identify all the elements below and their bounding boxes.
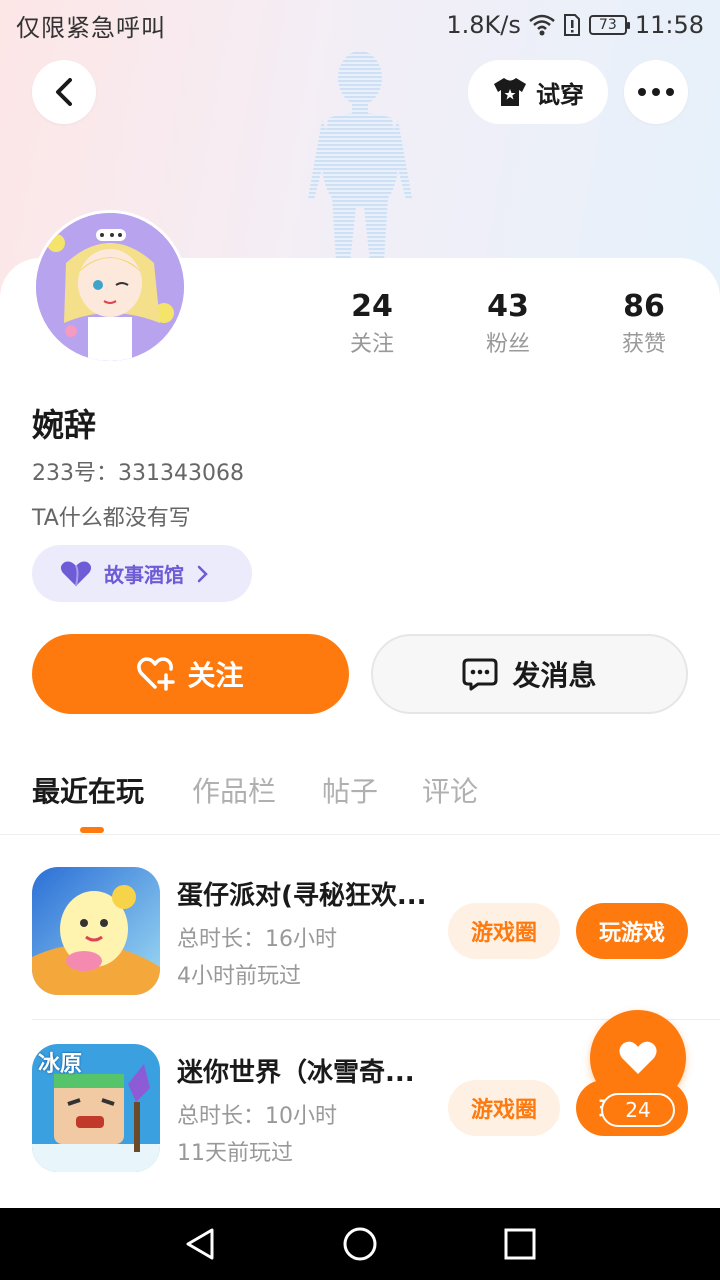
avatar-figure-illustration — [308, 51, 412, 262]
carrier-text: 仅限紧急呼叫 — [16, 13, 166, 42]
tshirt-icon — [494, 78, 526, 106]
stat-following-label: 关注 — [349, 332, 394, 357]
game-icon-label: 冰原 — [38, 1052, 83, 1077]
try-on-label: 试穿 — [536, 80, 584, 109]
stat-followers[interactable]: 43 粉丝 — [448, 290, 568, 358]
stat-likes-label: 获赞 — [621, 332, 666, 357]
game-circle-button[interactable]: 游戏圈 — [448, 1080, 560, 1136]
tab-works[interactable]: 作品栏 — [192, 770, 276, 810]
user-bio: TA什么都没有写 — [32, 506, 191, 531]
chevron-right-icon — [197, 565, 208, 582]
floating-like-button[interactable] — [590, 1010, 686, 1106]
game-icon-eggy-party — [32, 867, 160, 995]
heart-icon — [619, 1041, 657, 1074]
active-tab-indicator — [80, 827, 104, 833]
nav-home-icon[interactable] — [342, 1226, 378, 1262]
back-button[interactable] — [32, 60, 96, 124]
game-circle-button[interactable]: 游戏圈 — [448, 903, 560, 959]
game-title: 蛋仔派对(寻秘狂欢... — [177, 881, 427, 911]
more-options-button[interactable] — [624, 60, 688, 124]
game-title: 迷你世界（冰雪奇... — [177, 1058, 415, 1088]
nav-back-icon[interactable] — [182, 1226, 218, 1262]
heart-plus-icon — [137, 657, 176, 691]
clock: 11:58 — [634, 11, 704, 39]
user-id[interactable]: 233号：331343068 — [32, 455, 244, 487]
tab-comments[interactable]: 评论 — [422, 770, 478, 810]
heart-icon — [60, 561, 92, 586]
tab-recently-played[interactable]: 最近在玩 — [32, 770, 144, 810]
profile-stats: 24 关注 43 粉丝 86 获赞 — [0, 290, 720, 370]
message-label: 发消息 — [512, 659, 597, 692]
stat-likes[interactable]: 86 获赞 — [584, 290, 704, 358]
game-last-played: 11天前玩过 — [177, 1141, 293, 1166]
game-duration: 总时长：16小时 — [177, 927, 337, 952]
status-indicators: 1.8K/s 73 11:58 — [446, 11, 704, 39]
wifi-icon — [529, 14, 555, 36]
follow-label: 关注 — [187, 659, 244, 692]
profile-tabs: 最近在玩 作品栏 帖子 评论 — [0, 760, 720, 835]
stat-followers-label: 粉丝 — [485, 332, 530, 357]
system-navigation-bar — [0, 1208, 720, 1280]
chevron-left-icon — [56, 78, 72, 106]
try-on-button[interactable]: 试穿 — [468, 60, 608, 124]
username: 婉辞 — [32, 406, 97, 444]
status-bar: 仅限紧急呼叫 1.8K/s 73 11:58 — [0, 0, 720, 50]
follow-button[interactable]: 关注 — [32, 634, 349, 714]
net-speed: 1.8K/s — [446, 11, 521, 39]
game-last-played: 4小时前玩过 — [177, 964, 301, 989]
stat-following-count: 24 — [351, 289, 393, 324]
chat-bubble-icon — [462, 658, 498, 691]
battery-icon: 73 — [588, 15, 630, 35]
story-tavern-chip[interactable]: 故事酒馆 — [32, 545, 252, 602]
nav-recents-icon[interactable] — [502, 1226, 538, 1262]
stat-followers-count: 43 — [487, 289, 529, 324]
more-dots-icon — [638, 88, 674, 96]
sim-alert-icon — [563, 14, 580, 36]
tab-posts[interactable]: 帖子 — [322, 770, 378, 810]
play-game-button[interactable]: 玩游戏 — [576, 903, 688, 959]
stat-following[interactable]: 24 关注 — [312, 290, 432, 358]
list-item[interactable]: 蛋仔派对(寻秘狂欢... 总时长：16小时 4小时前玩过 游戏圈 玩游戏 — [0, 867, 720, 1017]
like-count-badge: 24 — [601, 1093, 675, 1127]
stat-likes-count: 86 — [623, 289, 665, 324]
game-icon-mini-world: 冰原 — [32, 1044, 160, 1172]
game-duration: 总时长：10小时 — [177, 1104, 337, 1129]
story-tavern-label: 故事酒馆 — [104, 563, 184, 587]
send-message-button[interactable]: 发消息 — [371, 634, 688, 714]
